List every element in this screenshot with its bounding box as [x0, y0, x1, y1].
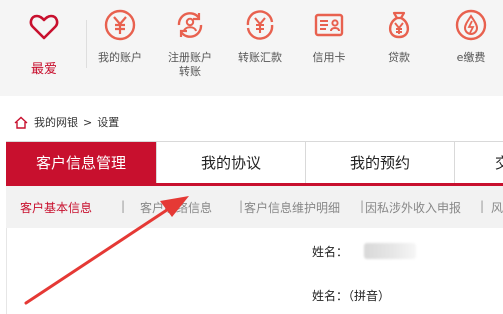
annotation-arrow-icon: [24, 196, 189, 305]
